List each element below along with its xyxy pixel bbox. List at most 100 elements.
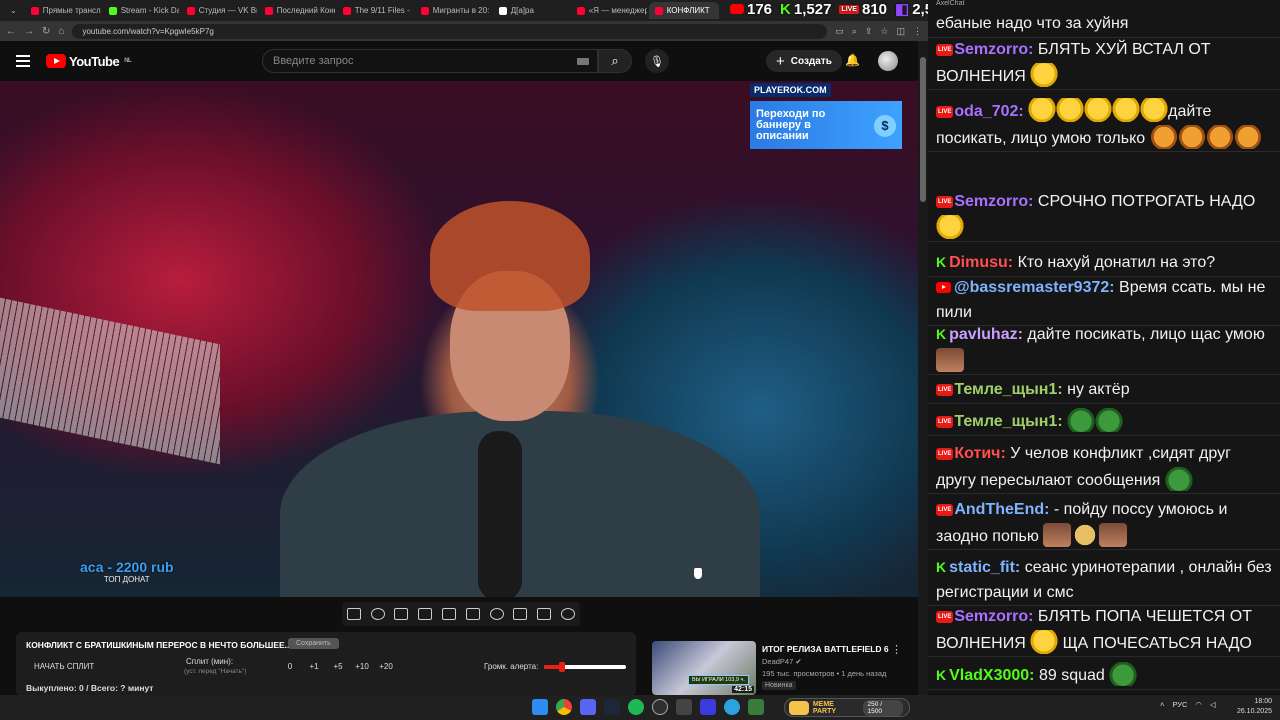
bookmark-star-icon[interactable]: ☆ bbox=[880, 26, 888, 37]
player-control-group bbox=[342, 602, 580, 626]
emote-pepe-icon bbox=[1164, 466, 1193, 491]
speed-icon[interactable] bbox=[489, 608, 504, 620]
tab-search-icon[interactable]: ⌄ bbox=[4, 2, 23, 19]
wifi-icon[interactable]: ◠ bbox=[1195, 700, 1202, 709]
chat-username[interactable]: static_fit: bbox=[949, 559, 1020, 576]
player-icon[interactable] bbox=[700, 699, 716, 715]
volume-icon[interactable]: ◁ bbox=[1210, 700, 1216, 709]
chat-username[interactable]: Котич: bbox=[954, 445, 1005, 462]
menu-dots-icon[interactable]: ⋮ bbox=[913, 26, 922, 37]
tab-favicon-icon bbox=[342, 6, 351, 15]
settings-gear-icon[interactable] bbox=[561, 608, 576, 620]
start-split-button[interactable]: НАЧАТЬ СПЛИТ bbox=[34, 662, 94, 671]
home-icon[interactable]: ⌂ bbox=[58, 26, 64, 37]
steam-icon[interactable] bbox=[604, 699, 620, 715]
chrome-icon[interactable] bbox=[556, 699, 572, 715]
extensions-icon[interactable]: ◫ bbox=[896, 26, 905, 37]
page-scrollbar[interactable] bbox=[918, 41, 928, 695]
notifications-bell-icon[interactable]: 🔔 bbox=[845, 53, 860, 67]
chat-username[interactable]: oda_702: bbox=[954, 103, 1023, 120]
promo-banner[interactable]: PLAYEROK.COM Переходи по баннеру в описа… bbox=[750, 83, 902, 149]
chat-username[interactable]: Темле_щын1: bbox=[954, 413, 1062, 430]
chat-username[interactable]: Dimusu: bbox=[949, 254, 1013, 271]
top-donation: аса - 2200 rub ТОП ДОНАТ bbox=[80, 559, 174, 584]
back-icon[interactable]: ← bbox=[6, 26, 16, 37]
camera-icon[interactable] bbox=[537, 608, 552, 620]
browser-tab[interactable]: КОНФЛИКТ bbox=[648, 2, 719, 19]
chat-username[interactable]: Semzorro: bbox=[954, 193, 1033, 210]
system-clock[interactable]: 18:00 26.10.2025 bbox=[1237, 697, 1272, 717]
youtube-logo[interactable]: YouTube NL bbox=[46, 54, 132, 69]
chat-username[interactable]: @bassremaster9372: bbox=[954, 279, 1115, 296]
split-plus-20-button[interactable]: +20 bbox=[374, 662, 398, 671]
spotify-icon[interactable] bbox=[628, 699, 644, 715]
chat-username[interactable]: pavluhaz: bbox=[949, 326, 1023, 343]
chat-message: LIVE Темле_щын1: ну актёр bbox=[928, 378, 1280, 404]
chat-username[interactable]: Semzorro: bbox=[954, 608, 1033, 625]
zoom-icon[interactable]: ⌕ bbox=[852, 26, 857, 37]
browser-tab[interactable]: Прямые трансл bbox=[25, 2, 101, 19]
save-button[interactable]: Сохранить bbox=[288, 638, 339, 649]
pip-icon[interactable] bbox=[442, 608, 457, 620]
video-thumbnail[interactable]: ВЫ ИГРАЛИ 103,9 ч. 42:15 bbox=[652, 641, 756, 695]
suggested-video[interactable]: ВЫ ИГРАЛИ 103,9 ч. 42:15 ИТОГ РЕЛИЗА BAT… bbox=[652, 641, 908, 695]
kick-platform-icon: K bbox=[936, 326, 947, 342]
loop-icon[interactable] bbox=[346, 608, 361, 620]
alert-volume-knob[interactable] bbox=[559, 662, 566, 672]
screenshot-icon[interactable] bbox=[394, 608, 409, 620]
browser-tab[interactable]: Последний Конф bbox=[259, 2, 335, 19]
meme-party-label: MEME PARTY bbox=[812, 700, 837, 715]
suggested-channel[interactable]: DeadP47 ✔ bbox=[762, 657, 802, 666]
video-player[interactable]: PLAYEROK.COM Переходи по баннеру в описа… bbox=[0, 81, 918, 597]
voice-search-button[interactable]: 🎙 bbox=[645, 49, 669, 73]
telegram-icon[interactable] bbox=[724, 699, 740, 715]
suggested-title[interactable]: ИТОГ РЕЛИЗА BATTLEFIELD 6 bbox=[762, 644, 889, 654]
share-icon[interactable]: ⇪ bbox=[865, 26, 873, 37]
keyboard-icon[interactable] bbox=[577, 58, 589, 65]
region-code: NL bbox=[124, 57, 132, 64]
url-field[interactable]: youtube.com/watch?v=KpgwIe5kP7g bbox=[72, 23, 828, 39]
app-icon[interactable] bbox=[676, 699, 692, 715]
chat-username[interactable]: VladX3000: bbox=[949, 667, 1034, 684]
browser-tab[interactable]: The 9/11 Files - bbox=[337, 2, 413, 19]
tab-favicon-icon bbox=[576, 6, 585, 15]
tab-favicon-icon bbox=[264, 6, 273, 15]
forward-icon[interactable]: → bbox=[24, 26, 34, 37]
youtube-viewers: 176 bbox=[730, 1, 772, 18]
search-input[interactable]: Введите запрос bbox=[262, 49, 598, 73]
scrollbar-thumb[interactable] bbox=[920, 57, 926, 202]
alert-volume-slider[interactable] bbox=[544, 662, 626, 672]
menu-icon[interactable] bbox=[16, 52, 30, 70]
browser-tab[interactable]: Мигранты в 20: bbox=[415, 2, 491, 19]
browser-tab[interactable]: Stream - Kick Da bbox=[103, 2, 179, 19]
chat-username[interactable]: Темле_щын1: bbox=[954, 381, 1062, 398]
browser-tab[interactable]: Студия — VK Ви bbox=[181, 2, 257, 19]
obs-icon[interactable] bbox=[652, 699, 668, 715]
chat-username[interactable]: AndTheEnd: bbox=[954, 501, 1049, 518]
discord-icon[interactable] bbox=[580, 699, 596, 715]
tray-chevron-icon[interactable]: ˄ bbox=[1160, 700, 1164, 709]
chat-username[interactable]: Semzorro: bbox=[954, 41, 1033, 58]
live-platform-icon: LIVE bbox=[936, 196, 954, 208]
split-plus-5-button[interactable]: +5 bbox=[326, 662, 350, 671]
emote-tiger-icon bbox=[1233, 124, 1262, 149]
browser-tab[interactable]: Д[а]ра bbox=[493, 2, 569, 19]
clip-icon[interactable] bbox=[418, 608, 433, 620]
emote-laugh-icon bbox=[1056, 98, 1085, 122]
reload-icon[interactable]: ↻ bbox=[42, 26, 50, 37]
tab-label: КОНФЛИКТ bbox=[666, 6, 710, 15]
app-icon-2[interactable] bbox=[748, 699, 764, 715]
split-plus-10-button[interactable]: +10 bbox=[350, 662, 374, 671]
cinema-icon[interactable] bbox=[465, 608, 480, 620]
language-indicator[interactable]: РУС bbox=[1172, 700, 1187, 709]
more-actions-icon[interactable]: ⋮ bbox=[891, 643, 902, 656]
create-button[interactable]: + Создать bbox=[766, 50, 842, 72]
account-avatar[interactable] bbox=[878, 51, 898, 71]
split-plus-1-button[interactable]: +1 bbox=[302, 662, 326, 671]
broadcast-icon[interactable] bbox=[370, 608, 385, 620]
add-icon[interactable] bbox=[513, 608, 528, 620]
cast-icon[interactable]: ▭ bbox=[835, 26, 844, 37]
search-button[interactable]: ⌕ bbox=[598, 49, 632, 73]
browser-tab[interactable]: «Я — менеджер bbox=[571, 2, 647, 19]
windows-start-icon[interactable] bbox=[532, 699, 548, 715]
